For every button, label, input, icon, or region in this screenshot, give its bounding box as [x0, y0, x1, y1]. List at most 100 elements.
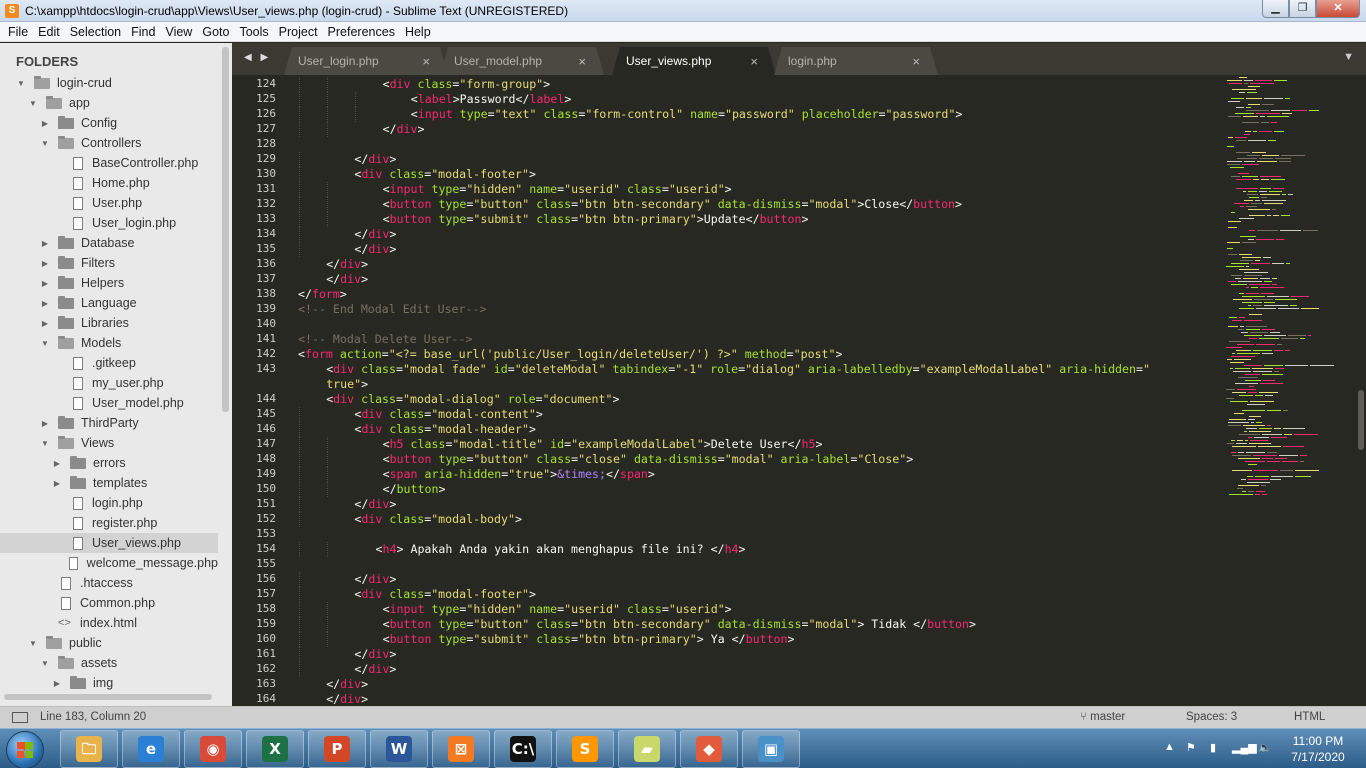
cmd-taskbar-button[interactable]: C:\	[494, 730, 552, 768]
menu-selection[interactable]: Selection	[65, 25, 126, 39]
menu-edit[interactable]: Edit	[33, 25, 65, 39]
sidebar-item[interactable]: ▶ errors	[0, 453, 218, 473]
menu-tools[interactable]: Tools	[234, 25, 273, 39]
excel-taskbar-button[interactable]: X	[246, 730, 304, 768]
sidebar-item[interactable]: ▶ Config	[0, 113, 218, 133]
chevron-right-icon[interactable]: ▶	[40, 239, 50, 248]
chevron-down-icon[interactable]: ▼	[40, 339, 50, 348]
tab-navigation-arrows[interactable]: ◀ ▶	[244, 52, 271, 63]
sidebar-item[interactable]: my_user.php	[0, 373, 218, 393]
chevron-down-icon[interactable]: ▼	[28, 639, 38, 648]
sidebar-item[interactable]: ▶ Filters	[0, 253, 218, 273]
sidebar-item[interactable]: welcome_message.php	[0, 553, 218, 573]
menu-find[interactable]: Find	[126, 25, 160, 39]
minimize-button[interactable]: ▁	[1262, 0, 1289, 18]
menu-file[interactable]: File	[3, 25, 33, 39]
tab-dropdown-icon[interactable]: ▼	[1343, 51, 1354, 63]
menu-help[interactable]: Help	[400, 25, 436, 39]
git-branch[interactable]: ⑂ master	[1080, 711, 1125, 723]
start-button[interactable]	[6, 731, 44, 768]
chevron-right-icon[interactable]: ▶	[40, 119, 50, 128]
network-icon[interactable]: ▂▄▆	[1232, 741, 1257, 754]
sidebar-item[interactable]: <> index.html	[0, 613, 218, 633]
minimap-line	[1244, 320, 1262, 321]
chevron-down-icon[interactable]: ▼	[40, 139, 50, 148]
volume-icon[interactable]: 🔈	[1258, 741, 1272, 754]
sidebar-item[interactable]: ▶ Database	[0, 233, 218, 253]
chevron-right-icon[interactable]: ▶	[40, 279, 50, 288]
sidebar-item[interactable]: Home.php	[0, 173, 218, 193]
sublime-taskbar-button[interactable]: S	[556, 730, 614, 768]
sidebar-scrollbar[interactable]	[222, 47, 229, 412]
sidebar-item[interactable]: User_login.php	[0, 213, 218, 233]
sidebar-item[interactable]: ▶ Helpers	[0, 273, 218, 293]
git-taskbar-button[interactable]: ◆	[680, 730, 738, 768]
chevron-right-icon[interactable]: ▶	[52, 679, 62, 688]
panel-toggle-icon[interactable]	[12, 712, 28, 723]
sidebar-item[interactable]: login.php	[0, 493, 218, 513]
sidebar-item[interactable]: .gitkeep	[0, 353, 218, 373]
notes-taskbar-button[interactable]: ▰	[618, 730, 676, 768]
chevron-down-icon[interactable]: ▼	[40, 659, 50, 668]
chevron-right-icon[interactable]: ▶	[52, 459, 62, 468]
explorer-taskbar-button[interactable]: 🗀	[60, 730, 118, 768]
maximize-button[interactable]: ❐	[1289, 0, 1316, 18]
code-editor[interactable]: 124 125 126 127 128 129 130 131 132 133 134 135 136 1…	[232, 75, 1366, 706]
chrome-taskbar-button[interactable]: ◉	[184, 730, 242, 768]
sidebar-item[interactable]: ▶ templates	[0, 473, 218, 493]
chevron-right-icon[interactable]: ▶	[40, 259, 50, 268]
sidebar-item[interactable]: ▶ img	[0, 673, 218, 693]
sidebar-item[interactable]: User_views.php	[0, 533, 218, 553]
sidebar-item[interactable]: User_model.php	[0, 393, 218, 413]
chevron-right-icon[interactable]: ▶	[40, 319, 50, 328]
tab-user-model-php[interactable]: User_model.php ×	[440, 47, 604, 75]
chevron-right-icon[interactable]: ▶	[40, 299, 50, 308]
minimap[interactable]	[1226, 75, 1356, 706]
xampp-taskbar-button[interactable]: ⊠	[432, 730, 490, 768]
syntax-selector[interactable]: HTML	[1294, 711, 1325, 723]
word-taskbar-button[interactable]: W	[370, 730, 428, 768]
close-button[interactable]: ✕	[1316, 0, 1360, 18]
tab-user-views-php[interactable]: User_views.php ×	[612, 47, 776, 75]
sidebar-item[interactable]: ▼ login-crud	[0, 73, 218, 93]
tab-close-icon[interactable]: ×	[578, 54, 586, 69]
tab-user-login-php[interactable]: User_login.php ×	[284, 47, 448, 75]
sidebar-horizontal-scrollbar[interactable]	[4, 694, 212, 700]
tab-login-php[interactable]: login.php ×	[774, 47, 938, 75]
sidebar-item[interactable]: ▼ assets	[0, 653, 218, 673]
tab-close-icon[interactable]: ×	[912, 54, 920, 69]
sidebar-item[interactable]: ▼ Models	[0, 333, 218, 353]
indentation-setting[interactable]: Spaces: 3	[1186, 711, 1237, 723]
sidebar-item[interactable]: ▼ public	[0, 633, 218, 653]
powerpoint-taskbar-button[interactable]: P	[308, 730, 366, 768]
sidebar-item[interactable]: Common.php	[0, 593, 218, 613]
action-center-icon[interactable]: ⚑	[1186, 741, 1196, 754]
ie-taskbar-button[interactable]: e	[122, 730, 180, 768]
sidebar-item[interactable]: ▼ Controllers	[0, 133, 218, 153]
chevron-down-icon[interactable]: ▼	[16, 79, 26, 88]
sidebar-item[interactable]: User.php	[0, 193, 218, 213]
menu-goto[interactable]: Goto	[197, 25, 234, 39]
chevron-right-icon[interactable]: ▶	[40, 419, 50, 428]
device-icon[interactable]: ▮	[1210, 741, 1216, 754]
sidebar-item[interactable]: ▼ Views	[0, 433, 218, 453]
sidebar-item[interactable]: ▶ Language	[0, 293, 218, 313]
sidebar-item[interactable]: .htaccess	[0, 573, 218, 593]
menu-preferences[interactable]: Preferences	[323, 25, 400, 39]
sidebar-item[interactable]: ▶ ThirdParty	[0, 413, 218, 433]
sidebar-item[interactable]: ▼ app	[0, 93, 218, 113]
menu-view[interactable]: View	[160, 25, 197, 39]
image-viewer-taskbar-button[interactable]: ▣	[742, 730, 800, 768]
chevron-down-icon[interactable]: ▼	[28, 99, 38, 108]
tab-close-icon[interactable]: ×	[422, 54, 430, 69]
sidebar-item[interactable]: BaseController.php	[0, 153, 218, 173]
menu-project[interactable]: Project	[274, 25, 323, 39]
chevron-down-icon[interactable]: ▼	[40, 439, 50, 448]
sidebar-item[interactable]: ▶ Libraries	[0, 313, 218, 333]
show-hidden-icons[interactable]: ▲	[1164, 741, 1175, 753]
sidebar-item[interactable]: register.php	[0, 513, 218, 533]
chevron-right-icon[interactable]: ▶	[52, 479, 62, 488]
editor-scrollbar[interactable]	[1358, 390, 1364, 450]
tab-close-icon[interactable]: ×	[750, 54, 758, 69]
clock[interactable]: 11:00 PM 7/17/2020	[1286, 733, 1350, 765]
